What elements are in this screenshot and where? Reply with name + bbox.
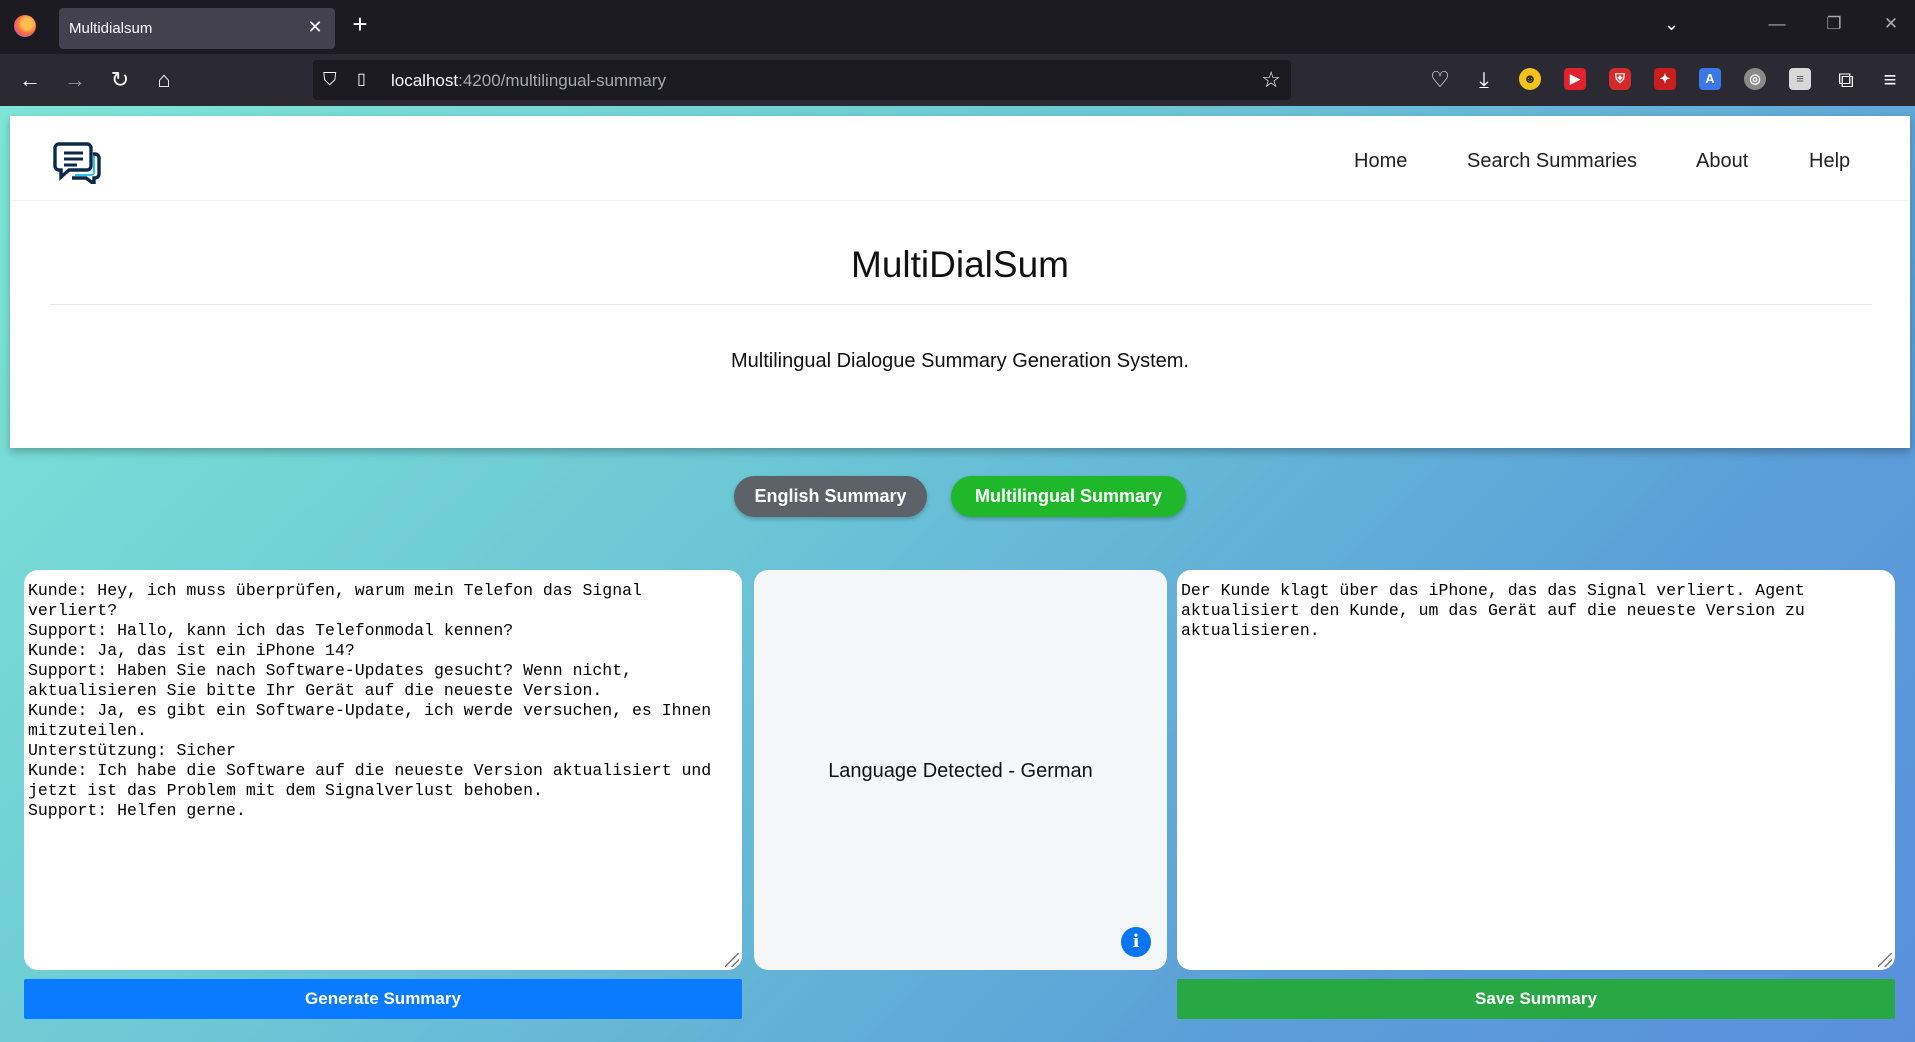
extensions-puzzle-icon[interactable]: ⧉ bbox=[1832, 66, 1860, 94]
dialogue-input-textarea[interactable]: Kunde: Hey, ich muss überprüfen, warum m… bbox=[24, 570, 742, 970]
firefox-logo-icon bbox=[14, 15, 36, 37]
extension-translate-icon[interactable]: A bbox=[1699, 68, 1721, 90]
tab-close-icon[interactable]: ✕ bbox=[305, 17, 325, 38]
extension-shield-icon[interactable]: ⛨ bbox=[1609, 68, 1631, 90]
resize-handle-icon[interactable] bbox=[725, 953, 739, 967]
save-summary-button[interactable]: Save Summary bbox=[1177, 979, 1895, 1019]
page-title: MultiDialSum bbox=[851, 244, 1069, 285]
nav-about-link[interactable]: About bbox=[1696, 150, 1748, 173]
generate-summary-button[interactable]: Generate Summary bbox=[24, 979, 742, 1019]
language-detection-panel: Language Detected - German i bbox=[754, 570, 1167, 970]
tab-list-chevron-icon[interactable]: ⌄ bbox=[1664, 14, 1679, 35]
minimize-icon[interactable]: — bbox=[1765, 14, 1789, 34]
chat-logo-icon[interactable] bbox=[53, 140, 101, 184]
extension-avatar-icon[interactable]: ☻ bbox=[1519, 68, 1541, 90]
reload-icon[interactable]: ↻ bbox=[106, 66, 134, 94]
tab-title: Multidialsum bbox=[69, 20, 153, 37]
site-navbar: Home Search Summaries About Help bbox=[10, 116, 1910, 201]
url-path: :4200/multilingual-summary bbox=[458, 71, 666, 90]
window-close-icon[interactable]: ✕ bbox=[1879, 14, 1903, 34]
page-icon: ▯ bbox=[357, 71, 366, 88]
restore-icon[interactable]: ❐ bbox=[1822, 14, 1846, 34]
multilingual-summary-button[interactable]: Multilingual Summary bbox=[951, 476, 1186, 517]
summary-output-text: Der Kunde klagt über das iPhone, das das… bbox=[1181, 581, 1805, 640]
dialogue-input-text: Kunde: Hey, ich muss überprüfen, warum m… bbox=[28, 581, 712, 820]
shield-icon[interactable]: ⛉ bbox=[323, 69, 337, 90]
resize-handle-icon[interactable] bbox=[1878, 953, 1892, 967]
extension-document-icon[interactable]: ≡ bbox=[1789, 68, 1811, 90]
extension-wand-icon[interactable]: ✦ bbox=[1654, 68, 1676, 90]
header-card: Home Search Summaries About Help MultiDi… bbox=[10, 116, 1910, 448]
english-summary-button[interactable]: English Summary bbox=[734, 476, 927, 517]
summary-output-textarea[interactable]: Der Kunde klagt über das iPhone, das das… bbox=[1177, 570, 1895, 970]
browser-tab[interactable]: Multidialsum ✕ bbox=[59, 8, 335, 49]
address-bar[interactable]: ⛉ ▯ localhost:4200/multilingual-summary … bbox=[313, 60, 1291, 100]
language-detected-label: Language Detected - German bbox=[828, 760, 1093, 782]
url-host: localhost bbox=[391, 71, 459, 90]
back-arrow-icon[interactable]: ← bbox=[16, 66, 44, 94]
home-icon[interactable]: ⌂ bbox=[150, 66, 178, 94]
info-icon[interactable]: i bbox=[1121, 927, 1151, 957]
extension-video-icon[interactable]: ▶ bbox=[1564, 68, 1586, 90]
new-tab-icon[interactable]: + bbox=[348, 11, 372, 37]
app-menu-icon[interactable]: ≡ bbox=[1876, 66, 1904, 94]
page-background: Home Search Summaries About Help MultiDi… bbox=[0, 106, 1915, 1042]
page-subtitle: Multilingual Dialogue Summary Generation… bbox=[731, 350, 1189, 372]
pocket-icon[interactable]: ♡ bbox=[1426, 66, 1454, 94]
nav-home-link[interactable]: Home bbox=[1354, 150, 1407, 173]
nav-search-summaries-link[interactable]: Search Summaries bbox=[1467, 150, 1637, 173]
extension-glasses-icon[interactable]: ◎ bbox=[1744, 68, 1766, 90]
url-text[interactable]: localhost:4200/multilingual-summary bbox=[391, 71, 666, 91]
downloads-icon[interactable]: ⤓ bbox=[1470, 66, 1498, 94]
title-divider bbox=[50, 304, 1872, 305]
forward-arrow-icon[interactable]: → bbox=[61, 66, 89, 94]
nav-help-link[interactable]: Help bbox=[1809, 150, 1850, 173]
browser-tab-bar: Multidialsum ✕ + ⌄ — ❐ ✕ bbox=[0, 0, 1915, 54]
bookmark-star-icon[interactable]: ☆ bbox=[1261, 67, 1281, 93]
browser-nav-bar: ← → ↻ ⌂ ⛉ ▯ localhost:4200/multilingual-… bbox=[0, 54, 1915, 106]
